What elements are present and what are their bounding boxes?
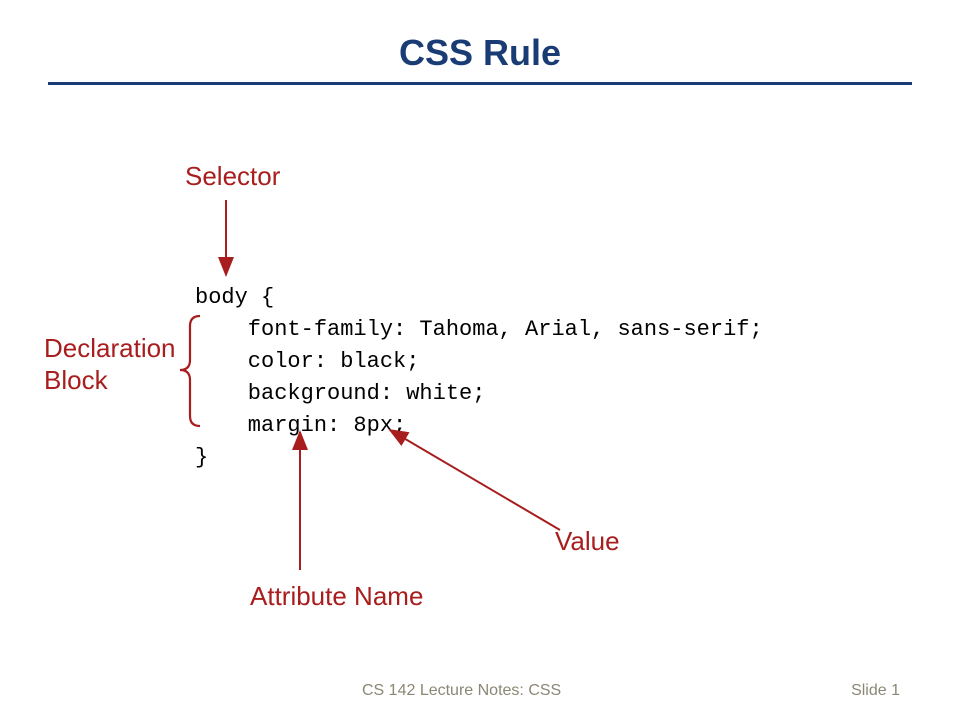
label-declaration-block: Declaration Block — [44, 332, 176, 396]
label-value: Value — [555, 525, 620, 557]
slide: CSS Rule Selector Declaration Block Attr… — [0, 0, 960, 720]
footer-slide: Slide 1 — [851, 682, 900, 700]
label-selector: Selector — [185, 160, 280, 192]
code-block: body { font-family: Tahoma, Arial, sans-… — [195, 282, 763, 474]
footer-course: CS 142 Lecture Notes: CSS — [362, 682, 561, 700]
slide-title: CSS Rule — [0, 0, 960, 74]
title-rule — [48, 82, 912, 85]
label-attribute-name: Attribute Name — [250, 580, 423, 612]
